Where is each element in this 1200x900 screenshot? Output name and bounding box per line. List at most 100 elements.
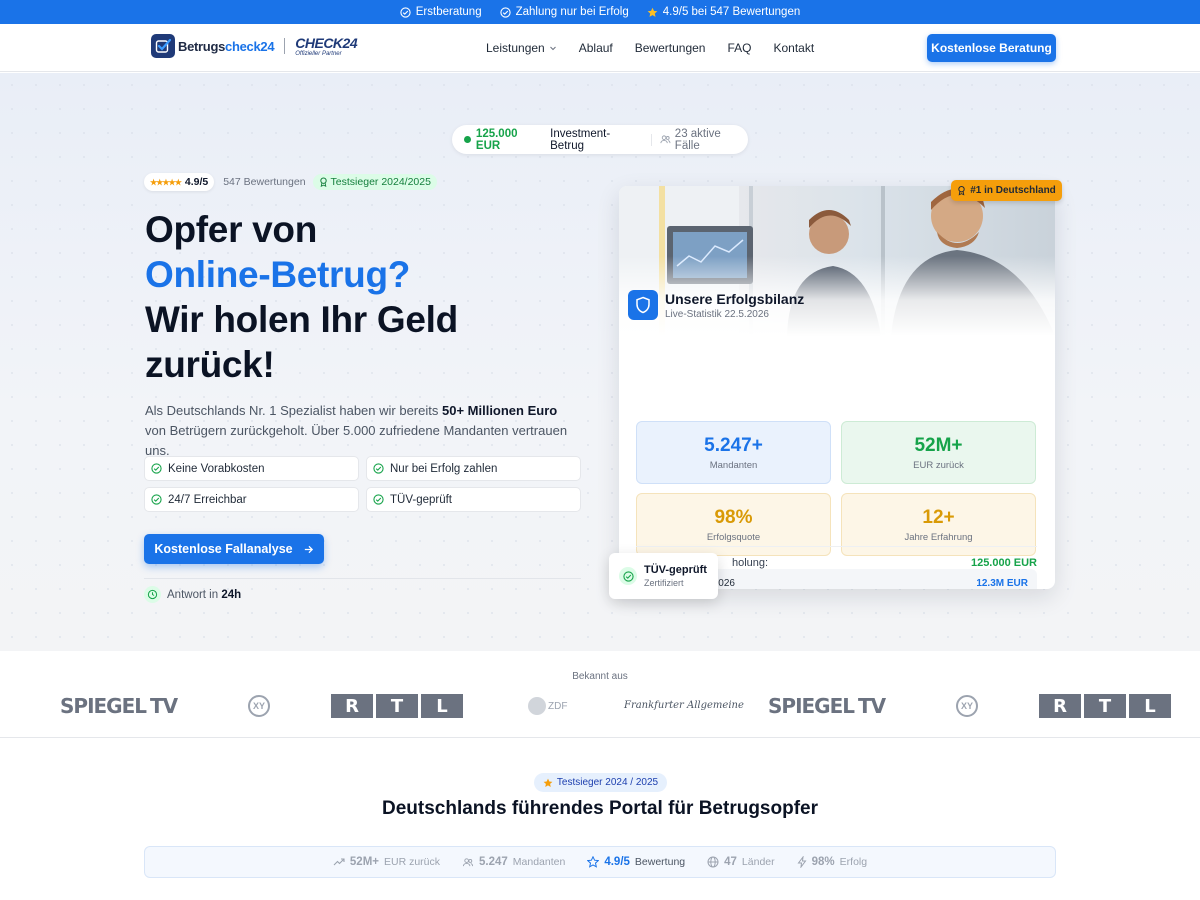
summary-label: Länder — [741, 856, 775, 868]
xy-logo: XY — [248, 692, 270, 720]
check-circle-icon — [373, 494, 384, 505]
xy-text: XY — [248, 695, 270, 717]
summary-stats-bar: 52M+ EUR zurück 5.247 Mandanten 4.9/5 Bewer… — [144, 846, 1056, 878]
live-dot — [464, 136, 471, 143]
nav-item-ablauf[interactable]: Ablauf — [579, 41, 613, 55]
logo-text-b: check24 — [225, 38, 275, 54]
ticker-cases-text: 23 aktive Fälle — [674, 127, 721, 152]
xy-text: XY — [956, 695, 978, 717]
summary-label: Erfolg — [839, 856, 868, 868]
headline-line-1: Opfer von — [145, 209, 318, 250]
logo-text-a: Betrugs — [178, 38, 226, 54]
feature-24-7-reachable: 24/7 Erreichbar — [144, 487, 359, 512]
summary-stat-countries: 47 Länder — [707, 856, 775, 868]
feature-tuv-certified: TÜV-geprüft — [366, 487, 581, 512]
stat-label: Mandanten — [709, 459, 758, 471]
feature-label: Keine Vorabkosten — [168, 462, 265, 475]
topbar-item: Zahlung nur bei Erfolg — [499, 6, 629, 18]
feature-label: Nur bei Erfolg zahlen — [390, 462, 498, 475]
hero-divider — [144, 578, 581, 579]
lead-part-c: von Betrügern zurückgeholt. Über 5.000 z… — [145, 423, 568, 458]
nav-item-leistungen[interactable]: Leistungen — [486, 41, 557, 55]
check-circle-icon — [151, 463, 162, 474]
summary-value: 47 — [724, 856, 737, 868]
card-divider — [636, 546, 1037, 547]
summary-value: 4.9/5 — [604, 856, 630, 868]
topbar-text: 4.9/5 bei 547 Bewertungen — [662, 6, 801, 18]
nav-item-bewertungen[interactable]: Bewertungen — [635, 41, 706, 55]
zdf-circle-icon — [528, 697, 546, 715]
announcement-bar: Erstberatung Zahlung nur bei Erfolg 4.9/… — [0, 0, 1200, 24]
site-logo[interactable]: Betrugscheck24 CHECK24 Offizieller Partn… — [151, 34, 358, 58]
press-label: Bekannt aus — [572, 671, 628, 682]
stat-recovered: 52M+ EUR zurück — [841, 421, 1036, 484]
feature-label: TÜV-geprüft — [390, 493, 452, 506]
summary-label: Bewertung — [634, 856, 686, 868]
spiegel-text: SPIEGEL — [60, 694, 147, 718]
headline-line-3: Wir holen Ihr Geld — [145, 299, 458, 340]
tuv-subtitle: Zertifiziert — [644, 578, 684, 588]
testsieger-badge: Testsieger 2024/2025 — [312, 174, 437, 190]
success-stats-card: Unsere Erfolgsbilanz Live-Statistik 22.5… — [619, 186, 1055, 589]
card-title-block: Unsere Erfolgsbilanz Live-Statistik 22.5… — [665, 291, 804, 320]
press-logos-section: Bekannt aus SPIEGEL TV XY RTL ZDF Frankfu… — [0, 652, 1200, 738]
nav-menu: Leistungen Ablauf Bewertungen FAQ Kontak… — [486, 24, 814, 72]
response-text: Antwort in 24h — [167, 589, 241, 601]
section-title: Deutschlands führendes Portal für Betrug… — [381, 798, 818, 819]
summary-value: 98% — [811, 856, 835, 868]
star-icon — [543, 778, 553, 787]
star-outline-icon — [587, 856, 600, 868]
xy-logo: XY — [956, 692, 978, 720]
feature-no-upfront-costs: Keine Vorabkosten — [144, 456, 359, 481]
users-icon — [660, 135, 671, 144]
zdf-text: ZDF — [548, 700, 568, 712]
summary-stat-success: 98% Erfolg — [797, 856, 867, 868]
topbar-item: 4.9/5 bei 547 Bewertungen — [647, 6, 800, 18]
rating-row: ★★★★★ 4.9/5 547 Bewertungen Testsieger 2… — [144, 173, 437, 191]
headline-line-2: Online-Betrug? — [145, 254, 411, 295]
check-circle-icon — [400, 6, 411, 18]
rtl-logo: RTL — [1039, 692, 1171, 720]
nav-item-faq[interactable]: FAQ — [727, 41, 751, 55]
free-case-analysis-button[interactable]: Kostenlose Fallanalyse — [144, 534, 324, 564]
nav-item-label: Leistungen — [486, 41, 545, 55]
shield-icon — [628, 290, 658, 320]
logo-divider — [284, 38, 286, 54]
recovery-value: 125.000 EUR — [970, 557, 1037, 569]
nav-item-kontakt[interactable]: Kontakt — [773, 41, 814, 55]
users-icon — [462, 857, 474, 866]
tuv-badge: TÜV-geprüft Zertifiziert — [609, 553, 718, 599]
tv-text: TV — [858, 694, 886, 718]
topbar-item: Erstberatung — [400, 6, 482, 18]
rtl-letter: R — [331, 694, 373, 718]
response-value: 24h — [221, 588, 242, 601]
stat-value: 5.247+ — [704, 434, 763, 456]
feature-pay-on-success: Nur bei Erfolg zahlen — [366, 456, 581, 481]
check-circle-icon — [499, 6, 511, 18]
cta-label: Kostenlose Fallanalyse — [154, 542, 293, 556]
partner-logo-text: CHECK24 — [295, 34, 358, 51]
rtl-letter: L — [1129, 694, 1171, 718]
stat-value: 52M+ — [914, 434, 963, 456]
rating-score: 4.9/5 — [184, 176, 209, 188]
check-circle-icon — [373, 463, 384, 474]
star-icon — [647, 7, 658, 17]
rank-badge: #1 in Deutschland — [951, 180, 1062, 201]
ticker-amount: 125.000 EUR — [475, 127, 518, 152]
check-circle-icon — [151, 494, 162, 505]
summary-stat-recovered: 52M+ EUR zurück — [333, 856, 440, 868]
hero-headline: Opfer von Online-Betrug? Wir holen Ihr G… — [145, 207, 458, 387]
testsieger-text: Testsieger 2024/2025 — [330, 176, 431, 188]
summary-stat-clients: 5.247 Mandanten — [462, 856, 565, 868]
stat-clients: 5.247+ Mandanten — [636, 421, 831, 484]
headline-line-4: zurück! — [145, 344, 275, 385]
spiegel-text: SPIEGEL — [768, 694, 855, 718]
faz-logo: Frankfurter Allgemeine — [624, 692, 744, 720]
logo-wordmark: Betrugscheck24 — [178, 38, 275, 54]
stat-label: EUR zurück — [913, 459, 964, 471]
topbar-text: Zahlung nur bei Erfolg — [515, 6, 629, 18]
free-consultation-button[interactable]: Kostenlose Beratung — [927, 34, 1056, 62]
award-icon — [958, 185, 965, 196]
main-navigation: Betrugscheck24 CHECK24 Offizieller Partn… — [0, 24, 1200, 72]
rating-count: 547 Bewertungen — [223, 176, 306, 188]
